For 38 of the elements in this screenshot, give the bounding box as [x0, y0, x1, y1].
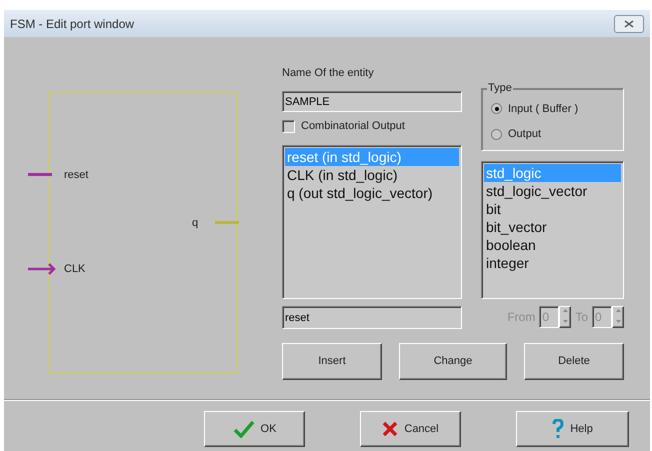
- list-item[interactable]: bit_vector: [484, 218, 621, 236]
- radio-button[interactable]: [491, 103, 502, 114]
- entity-name-field[interactable]: SAMPLE: [282, 91, 462, 112]
- field-label: Name Of the entity: [282, 66, 375, 81]
- radio-button[interactable]: [491, 128, 502, 140]
- checkmark-icon: [232, 420, 255, 438]
- list-item[interactable]: std_logic_vector: [484, 182, 621, 200]
- port-name-field[interactable]: reset: [282, 306, 462, 329]
- checkbox-label: Combinatorial Output: [301, 118, 405, 134]
- port-label: reset: [64, 168, 88, 183]
- close-icon: [624, 20, 634, 28]
- up-arrow-icon: [562, 309, 568, 312]
- list-item[interactable]: bit: [484, 200, 621, 218]
- port-label: q: [192, 216, 198, 231]
- port-label: CLK: [64, 262, 86, 277]
- list-item[interactable]: CLK (in std_logic): [285, 166, 459, 184]
- checkbox[interactable]: [282, 120, 295, 132]
- down-arrow-icon: [562, 320, 568, 323]
- cross-icon: [382, 421, 398, 437]
- group-title: Type: [487, 81, 513, 95]
- radio-label: Output: [508, 127, 542, 142]
- list-item[interactable]: boolean: [484, 236, 621, 254]
- action-button[interactable]: Delete: [524, 343, 624, 380]
- spin-button[interactable]: [612, 306, 624, 328]
- radio-label: Input ( Buffer ): [508, 102, 578, 116]
- dialog-button[interactable]: Help: [516, 411, 629, 447]
- up-arrow-icon: [616, 309, 620, 312]
- close-button[interactable]: [614, 14, 644, 32]
- window-title: FSM - Edit port window: [10, 16, 134, 32]
- dialog-button[interactable]: Cancel: [360, 411, 461, 447]
- list-item[interactable]: q (out std_logic_vector): [285, 184, 459, 202]
- spin-button[interactable]: [559, 306, 572, 328]
- action-button[interactable]: Insert: [282, 343, 382, 380]
- list-item[interactable]: integer: [484, 254, 621, 272]
- question-mark-icon: [552, 419, 564, 439]
- down-arrow-icon: [616, 320, 620, 323]
- action-button[interactable]: Change: [399, 343, 507, 380]
- dialog-button[interactable]: OK: [204, 411, 305, 447]
